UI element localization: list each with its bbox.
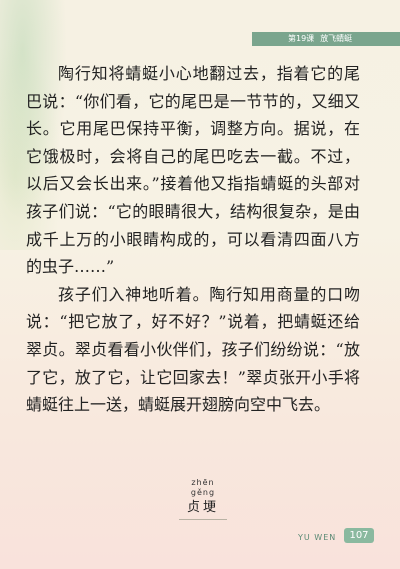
vocab-underline (179, 519, 227, 520)
vocab-word: 贞埂 (186, 500, 219, 515)
paragraph: 陶行知将蜻蜓小心地翻过去，指着它的尾巴说：“你们看，它的尾巴是一节节的，又细又长… (26, 64, 360, 277)
subject-label: YU WEN (298, 533, 337, 542)
page-number: 107 (344, 528, 374, 543)
paragraph: 孩子们入神地听着。陶行知用商量的口吻说：“把它放了，好不好？”说着，把蜻蜓还给翠… (26, 284, 360, 415)
lesson-header: 第19课 放飞蜻蜓 (288, 33, 352, 45)
lesson-title: 放飞蜻蜓 (320, 34, 353, 43)
vocab-pinyin: zhēn gěng (190, 478, 216, 497)
body-text: 陶行知将蜻蜓小心地翻过去，指着它的尾巴说：“你们看，它的尾巴是一节节的，又细又长… (26, 60, 360, 419)
lesson-number: 第19课 (288, 34, 315, 43)
vocabulary-box: zhēn gěng 贞埂 (178, 478, 228, 520)
